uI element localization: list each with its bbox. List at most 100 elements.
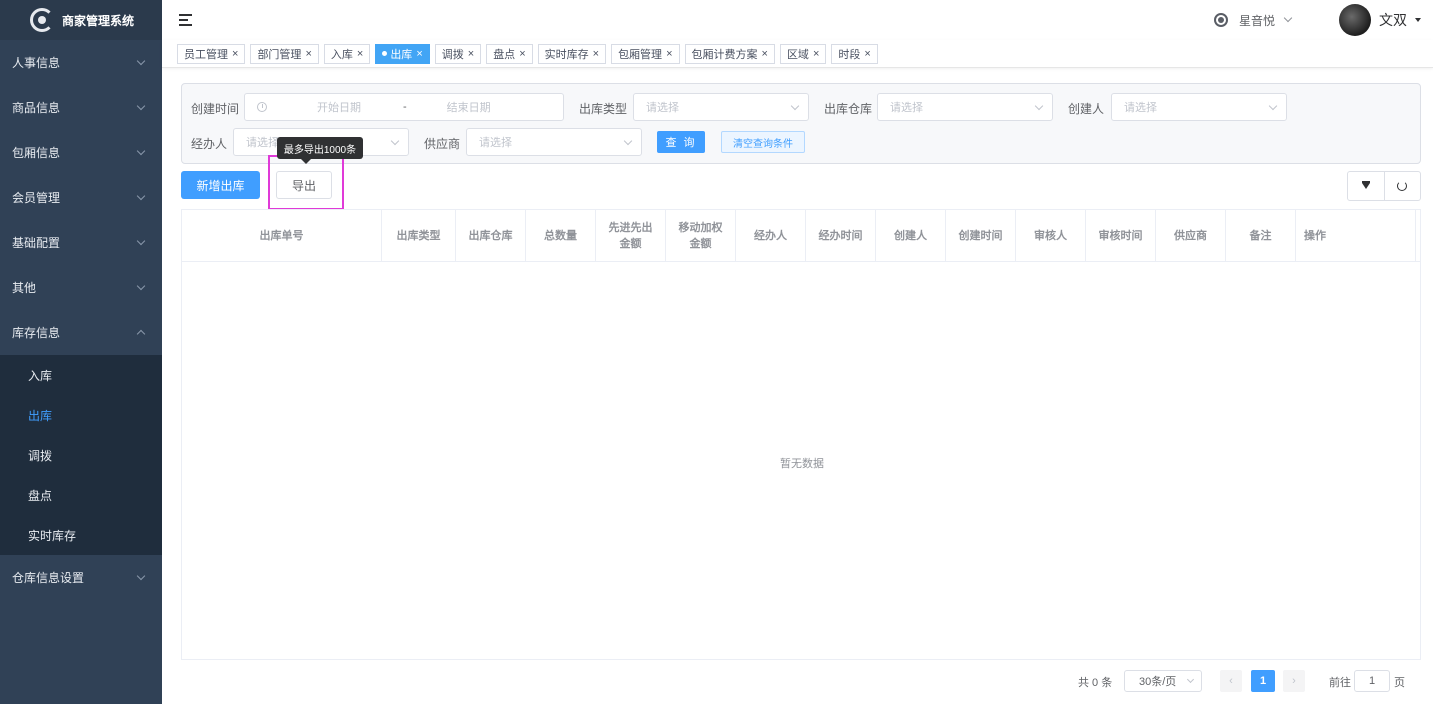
col-header[interactable]: 备注 bbox=[1226, 210, 1296, 261]
close-icon[interactable]: × bbox=[232, 48, 238, 60]
col-header[interactable]: 操作 bbox=[1296, 210, 1416, 261]
col-header[interactable]: 出库单号 bbox=[182, 210, 382, 261]
top-header: 星音悦 文双 bbox=[162, 0, 1433, 40]
store-icon bbox=[1213, 13, 1228, 27]
handler-label: 经办人 bbox=[191, 137, 228, 151]
tag-area[interactable]: 区域 × bbox=[779, 43, 827, 64]
tag-label: 时段 bbox=[838, 48, 861, 61]
sidebar-item-basic-config[interactable]: 基础配置 bbox=[0, 220, 162, 265]
close-icon[interactable]: × bbox=[416, 48, 422, 60]
sidebar-item-label: 会员管理 bbox=[12, 191, 61, 205]
col-header[interactable]: 总数量 bbox=[526, 210, 596, 261]
prev-page-button[interactable]: ‹ bbox=[1220, 670, 1242, 692]
submenu-item-realtime-stock[interactable]: 实时库存 bbox=[0, 515, 162, 555]
col-header[interactable]: 出库类型 bbox=[382, 210, 456, 261]
submenu-item-stock-out[interactable]: 出库 bbox=[0, 395, 162, 435]
close-icon[interactable]: × bbox=[762, 48, 768, 60]
select-placeholder: 请选择 bbox=[479, 137, 512, 149]
chevron-down-icon bbox=[1186, 675, 1195, 684]
close-icon[interactable]: × bbox=[519, 48, 525, 60]
col-header[interactable]: 创建时间 bbox=[946, 210, 1016, 261]
supplier-select[interactable]: 请选择 bbox=[466, 128, 642, 156]
chevron-down-icon bbox=[136, 56, 146, 65]
col-header[interactable]: 创建人 bbox=[876, 210, 946, 261]
created-time-label: 创建时间 bbox=[191, 102, 240, 116]
sidebar-item-warehouse-settings[interactable]: 仓库信息设置 bbox=[0, 555, 162, 600]
warehouse-select[interactable]: 请选择 bbox=[877, 93, 1053, 121]
table-header: 出库单号 出库类型 出库仓库 总数量 先进先出 金额 移动加权 金额 经办人 经… bbox=[182, 210, 1420, 262]
creator-select[interactable]: 请选择 bbox=[1111, 93, 1287, 121]
empty-text: 暂无数据 bbox=[780, 458, 824, 470]
tag-room-billing[interactable]: 包厢计费方案 × bbox=[684, 43, 775, 64]
tag-time-slot[interactable]: 时段 × bbox=[831, 43, 878, 64]
user-name: 文双 bbox=[1379, 12, 1407, 28]
col-header[interactable]: 出库仓库 bbox=[456, 210, 526, 261]
close-icon[interactable]: × bbox=[593, 48, 599, 60]
close-icon[interactable]: × bbox=[468, 48, 474, 60]
add-stock-out-button[interactable]: 新增出库 bbox=[181, 171, 260, 199]
tag-department[interactable]: 部门管理 × bbox=[250, 43, 319, 64]
close-icon[interactable]: × bbox=[666, 48, 672, 60]
sidebar-item-goods[interactable]: 商品信息 bbox=[0, 85, 162, 130]
close-icon[interactable]: × bbox=[357, 48, 363, 60]
col-header[interactable]: 经办人 bbox=[736, 210, 806, 261]
start-date-placeholder: 开始日期 bbox=[317, 102, 361, 114]
tag-label: 员工管理 bbox=[184, 48, 228, 61]
chevron-right-icon: › bbox=[1292, 675, 1296, 687]
refresh-button[interactable] bbox=[1383, 172, 1421, 200]
col-header[interactable]: 移动加权 金额 bbox=[666, 210, 736, 261]
col-header[interactable]: 经办时间 bbox=[806, 210, 876, 261]
created-date-range[interactable]: 开始日期 - 结束日期 bbox=[244, 93, 564, 121]
chevron-down-icon bbox=[136, 146, 146, 155]
col-header[interactable]: 审核时间 bbox=[1086, 210, 1156, 261]
goto-label: 前往 bbox=[1329, 677, 1351, 689]
store-name: 星音悦 bbox=[1238, 13, 1275, 28]
user-menu[interactable]: 文双 bbox=[1339, 4, 1421, 36]
tag-transfer[interactable]: 调拨 × bbox=[434, 43, 482, 64]
select-placeholder: 请选择 bbox=[646, 102, 679, 114]
sidebar-item-label: 人事信息 bbox=[12, 56, 61, 70]
sidebar-item-members[interactable]: 会员管理 bbox=[0, 175, 162, 220]
submenu-item-stocktake[interactable]: 盘点 bbox=[0, 475, 162, 515]
app-logo-icon bbox=[30, 8, 54, 32]
col-header[interactable]: 先进先出 金额 bbox=[596, 210, 666, 261]
tag-label: 入库 bbox=[330, 48, 353, 61]
sidebar-item-label: 其他 bbox=[12, 281, 37, 295]
sidebar-logo[interactable]: 商家管理系统 bbox=[0, 0, 162, 40]
tag-label: 部门管理 bbox=[257, 48, 302, 61]
goto-page-input[interactable]: 1 bbox=[1354, 670, 1390, 692]
page-size-select[interactable]: 30条/页 bbox=[1124, 670, 1202, 692]
col-header[interactable]: 审核人 bbox=[1016, 210, 1086, 261]
sidebar-item-inventory[interactable]: 库存信息 bbox=[0, 310, 162, 355]
sidebar-item-other[interactable]: 其他 bbox=[0, 265, 162, 310]
tag-stock-in[interactable]: 入库 × bbox=[323, 43, 371, 64]
close-icon[interactable]: × bbox=[305, 48, 311, 60]
out-type-select[interactable]: 请选择 bbox=[633, 93, 809, 121]
sidebar-item-personnel[interactable]: 人事信息 bbox=[0, 40, 162, 85]
close-icon[interactable]: × bbox=[864, 48, 870, 60]
close-icon[interactable]: × bbox=[813, 48, 819, 60]
clear-filters-button[interactable]: 清空查询条件 bbox=[721, 131, 805, 153]
tag-realtime-stock[interactable]: 实时库存 × bbox=[537, 43, 607, 64]
column-filter-button[interactable] bbox=[1348, 172, 1384, 200]
col-header[interactable]: 供应商 bbox=[1156, 210, 1226, 261]
chevron-down-icon bbox=[1268, 101, 1278, 111]
submenu-item-stock-in[interactable]: 入库 bbox=[0, 355, 162, 395]
tag-label: 包厢计费方案 bbox=[691, 48, 758, 61]
tag-label: 区域 bbox=[786, 48, 809, 61]
tag-stocktake[interactable]: 盘点 × bbox=[486, 43, 533, 64]
sidebar-item-label: 包厢信息 bbox=[12, 146, 61, 160]
query-button[interactable]: 查 询 bbox=[657, 131, 705, 153]
next-page-button[interactable]: › bbox=[1283, 670, 1305, 692]
stock-out-table: 出库单号 出库类型 出库仓库 总数量 先进先出 金额 移动加权 金额 经办人 经… bbox=[181, 209, 1421, 660]
page-number-current[interactable]: 1 bbox=[1251, 670, 1275, 692]
submenu-item-transfer[interactable]: 调拨 bbox=[0, 435, 162, 475]
tag-stock-out[interactable]: 出库 × bbox=[375, 43, 430, 64]
sidebar-item-rooms[interactable]: 包厢信息 bbox=[0, 130, 162, 175]
tag-label: 调拨 bbox=[441, 48, 464, 61]
store-selector[interactable]: 星音悦 bbox=[1213, 12, 1293, 29]
date-range-separator: - bbox=[403, 101, 407, 113]
tag-staff[interactable]: 员工管理 × bbox=[177, 43, 246, 64]
hamburger-menu-icon[interactable] bbox=[179, 14, 193, 26]
tag-room-management[interactable]: 包厢管理 × bbox=[611, 43, 680, 64]
